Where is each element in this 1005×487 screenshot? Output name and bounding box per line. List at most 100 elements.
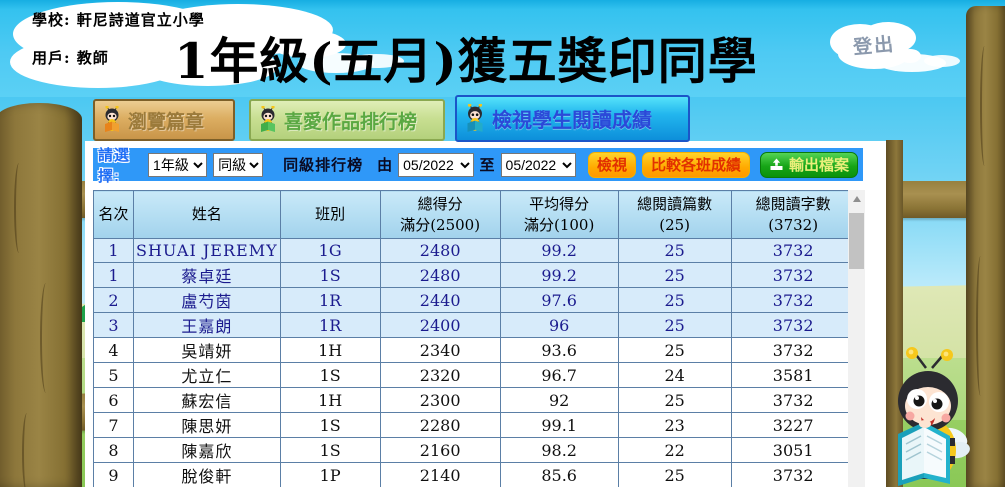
cell-class: 1R bbox=[279, 312, 381, 338]
cell-words: 3732 bbox=[730, 238, 856, 263]
cell-words: 3732 bbox=[730, 287, 856, 313]
app-canvas: 學校: 軒尼詩道官立小學 用戶: 教師 1年級(五月)獲五獎印同學 登出 瀏覽篇 bbox=[0, 0, 1005, 487]
cell-class: 1R bbox=[279, 287, 381, 313]
table-row: 1 蔡卓廷 1S 2480 99.2 25 3732 bbox=[93, 262, 856, 288]
cell-class: 1G bbox=[279, 238, 381, 263]
content-panel: 請選擇: 1年級 同級 同級排行榜 由 05/2022 至 05/2022 檢視… bbox=[85, 141, 886, 487]
wood-grain bbox=[980, 46, 989, 166]
fence-post-right bbox=[966, 6, 1005, 487]
cell-class: 1S bbox=[279, 262, 381, 288]
cell-name: 蘇宏信 bbox=[133, 387, 281, 413]
cell-avg: 99.2 bbox=[499, 262, 619, 288]
wood-grain bbox=[14, 163, 24, 253]
cell-avg: 96 bbox=[499, 312, 619, 338]
cell-words: 3581 bbox=[730, 362, 856, 388]
cell-articles: 25 bbox=[617, 337, 732, 363]
to-label: 至 bbox=[479, 156, 495, 174]
column-header: 名次 bbox=[93, 190, 134, 239]
view-button[interactable]: 檢視 bbox=[587, 151, 636, 178]
fence-post-left bbox=[0, 103, 82, 487]
cell-words: 3732 bbox=[730, 387, 856, 413]
select-prompt-label: 請選擇: bbox=[98, 146, 131, 185]
tab-favorite-ranking[interactable]: 喜愛作品排行榜 bbox=[249, 99, 445, 141]
from-date-select[interactable]: 05/2022 bbox=[398, 152, 474, 177]
cell-name: 盧芍茵 bbox=[133, 287, 281, 313]
filter-bar: 請選擇: 1年級 同級 同級排行榜 由 05/2022 至 05/2022 檢視… bbox=[93, 147, 863, 185]
cell-words: 3732 bbox=[730, 462, 856, 487]
cell-class: 1S bbox=[279, 362, 381, 388]
compare-classes-button[interactable]: 比較各班成績 bbox=[641, 151, 750, 178]
table-header-row: 名次 姓名 班別 總得分 滿分(2500) 平均得分 滿分(100) 總閱讀篇數 (25) 總閱讀… bbox=[93, 190, 856, 239]
scrollbar-thumb[interactable] bbox=[849, 213, 864, 269]
export-file-label: 輸出檔案 bbox=[788, 156, 849, 174]
table-scrollbar[interactable] bbox=[848, 190, 865, 487]
column-header: 班別 bbox=[279, 190, 381, 239]
cell-avg: 92 bbox=[499, 387, 619, 413]
table-row: 7 陳思妍 1S 2280 99.1 23 3227 bbox=[93, 412, 856, 438]
table-row: 2 盧芍茵 1R 2440 97.6 25 3732 bbox=[93, 287, 856, 313]
cell-total: 2480 bbox=[379, 238, 501, 263]
export-tray-icon bbox=[770, 158, 783, 170]
cell-class: 1S bbox=[279, 412, 381, 438]
cell-class: 1H bbox=[279, 337, 381, 363]
table-row: 9 脫俊軒 1P 2140 85.6 25 3732 bbox=[93, 462, 856, 487]
cell-total: 2340 bbox=[379, 337, 501, 363]
grade-select[interactable]: 1年級 bbox=[148, 152, 208, 177]
tab-browse-articles[interactable]: 瀏覽篇章 bbox=[93, 99, 235, 141]
cell-avg: 98.2 bbox=[499, 437, 619, 463]
tab-label: 喜愛作品排行榜 bbox=[284, 110, 418, 133]
cell-avg: 85.6 bbox=[499, 462, 619, 487]
cell-rank: 6 bbox=[93, 387, 134, 413]
page-title: 1年級(五月)獲五獎印同學 bbox=[174, 32, 758, 90]
cell-avg: 96.7 bbox=[499, 362, 619, 388]
wood-grain bbox=[22, 413, 32, 487]
cell-class: 1P bbox=[279, 462, 381, 487]
cell-total: 2320 bbox=[379, 362, 501, 388]
tab-view-reading-results[interactable]: 檢視學生閱讀成績 bbox=[455, 95, 690, 142]
cell-articles: 22 bbox=[617, 437, 732, 463]
scroll-up-arrow[interactable] bbox=[848, 190, 865, 207]
cell-articles: 25 bbox=[617, 287, 732, 313]
tab-label: 檢視學生閱讀成績 bbox=[492, 108, 652, 132]
column-header: 平均得分 滿分(100) bbox=[499, 190, 619, 239]
wood-grain bbox=[40, 283, 52, 393]
to-date-select[interactable]: 05/2022 bbox=[500, 152, 576, 177]
cell-rank: 1 bbox=[93, 262, 134, 288]
cell-articles: 24 bbox=[617, 362, 732, 388]
cell-rank: 1 bbox=[93, 238, 134, 263]
cell-name: 尤立仁 bbox=[133, 362, 281, 388]
table-row: 8 陳嘉欣 1S 2160 98.2 22 3051 bbox=[93, 437, 856, 463]
column-header: 姓名 bbox=[133, 190, 281, 239]
bee-reading-icon bbox=[261, 106, 275, 132]
cell-total: 2440 bbox=[379, 287, 501, 313]
bee-mascot-icon bbox=[898, 347, 970, 486]
cell-words: 3732 bbox=[730, 337, 856, 363]
bee-reading-icon bbox=[105, 106, 119, 132]
cell-total: 2280 bbox=[379, 412, 501, 438]
cell-articles: 25 bbox=[617, 262, 732, 288]
cell-words: 3732 bbox=[730, 312, 856, 338]
cell-words: 3227 bbox=[730, 412, 856, 438]
cell-rank: 5 bbox=[93, 362, 134, 388]
logout-button[interactable]: 登出 bbox=[826, 18, 922, 72]
scope-select[interactable]: 同級 bbox=[213, 152, 264, 177]
export-file-button[interactable]: 輸出檔案 bbox=[759, 151, 858, 178]
cell-total: 2160 bbox=[379, 437, 501, 463]
cell-class: 1H bbox=[279, 387, 381, 413]
column-header: 總閱讀字數 (3732) bbox=[730, 190, 856, 239]
column-header: 總閱讀篇數 (25) bbox=[617, 190, 732, 239]
cell-total: 2400 bbox=[379, 312, 501, 338]
cell-words: 3051 bbox=[730, 437, 856, 463]
cell-total: 2140 bbox=[379, 462, 501, 487]
cell-articles: 25 bbox=[617, 387, 732, 413]
cell-articles: 25 bbox=[617, 238, 732, 263]
cell-avg: 99.1 bbox=[499, 412, 619, 438]
user-label: 用戶: 教師 bbox=[32, 49, 109, 67]
table-row: 4 吳靖妍 1H 2340 93.6 25 3732 bbox=[93, 337, 856, 363]
column-header: 總得分 滿分(2500) bbox=[379, 190, 501, 239]
from-label: 由 bbox=[377, 156, 393, 174]
cell-rank: 4 bbox=[93, 337, 134, 363]
cell-rank: 3 bbox=[93, 312, 134, 338]
cell-avg: 99.2 bbox=[499, 238, 619, 263]
cell-total: 2300 bbox=[379, 387, 501, 413]
